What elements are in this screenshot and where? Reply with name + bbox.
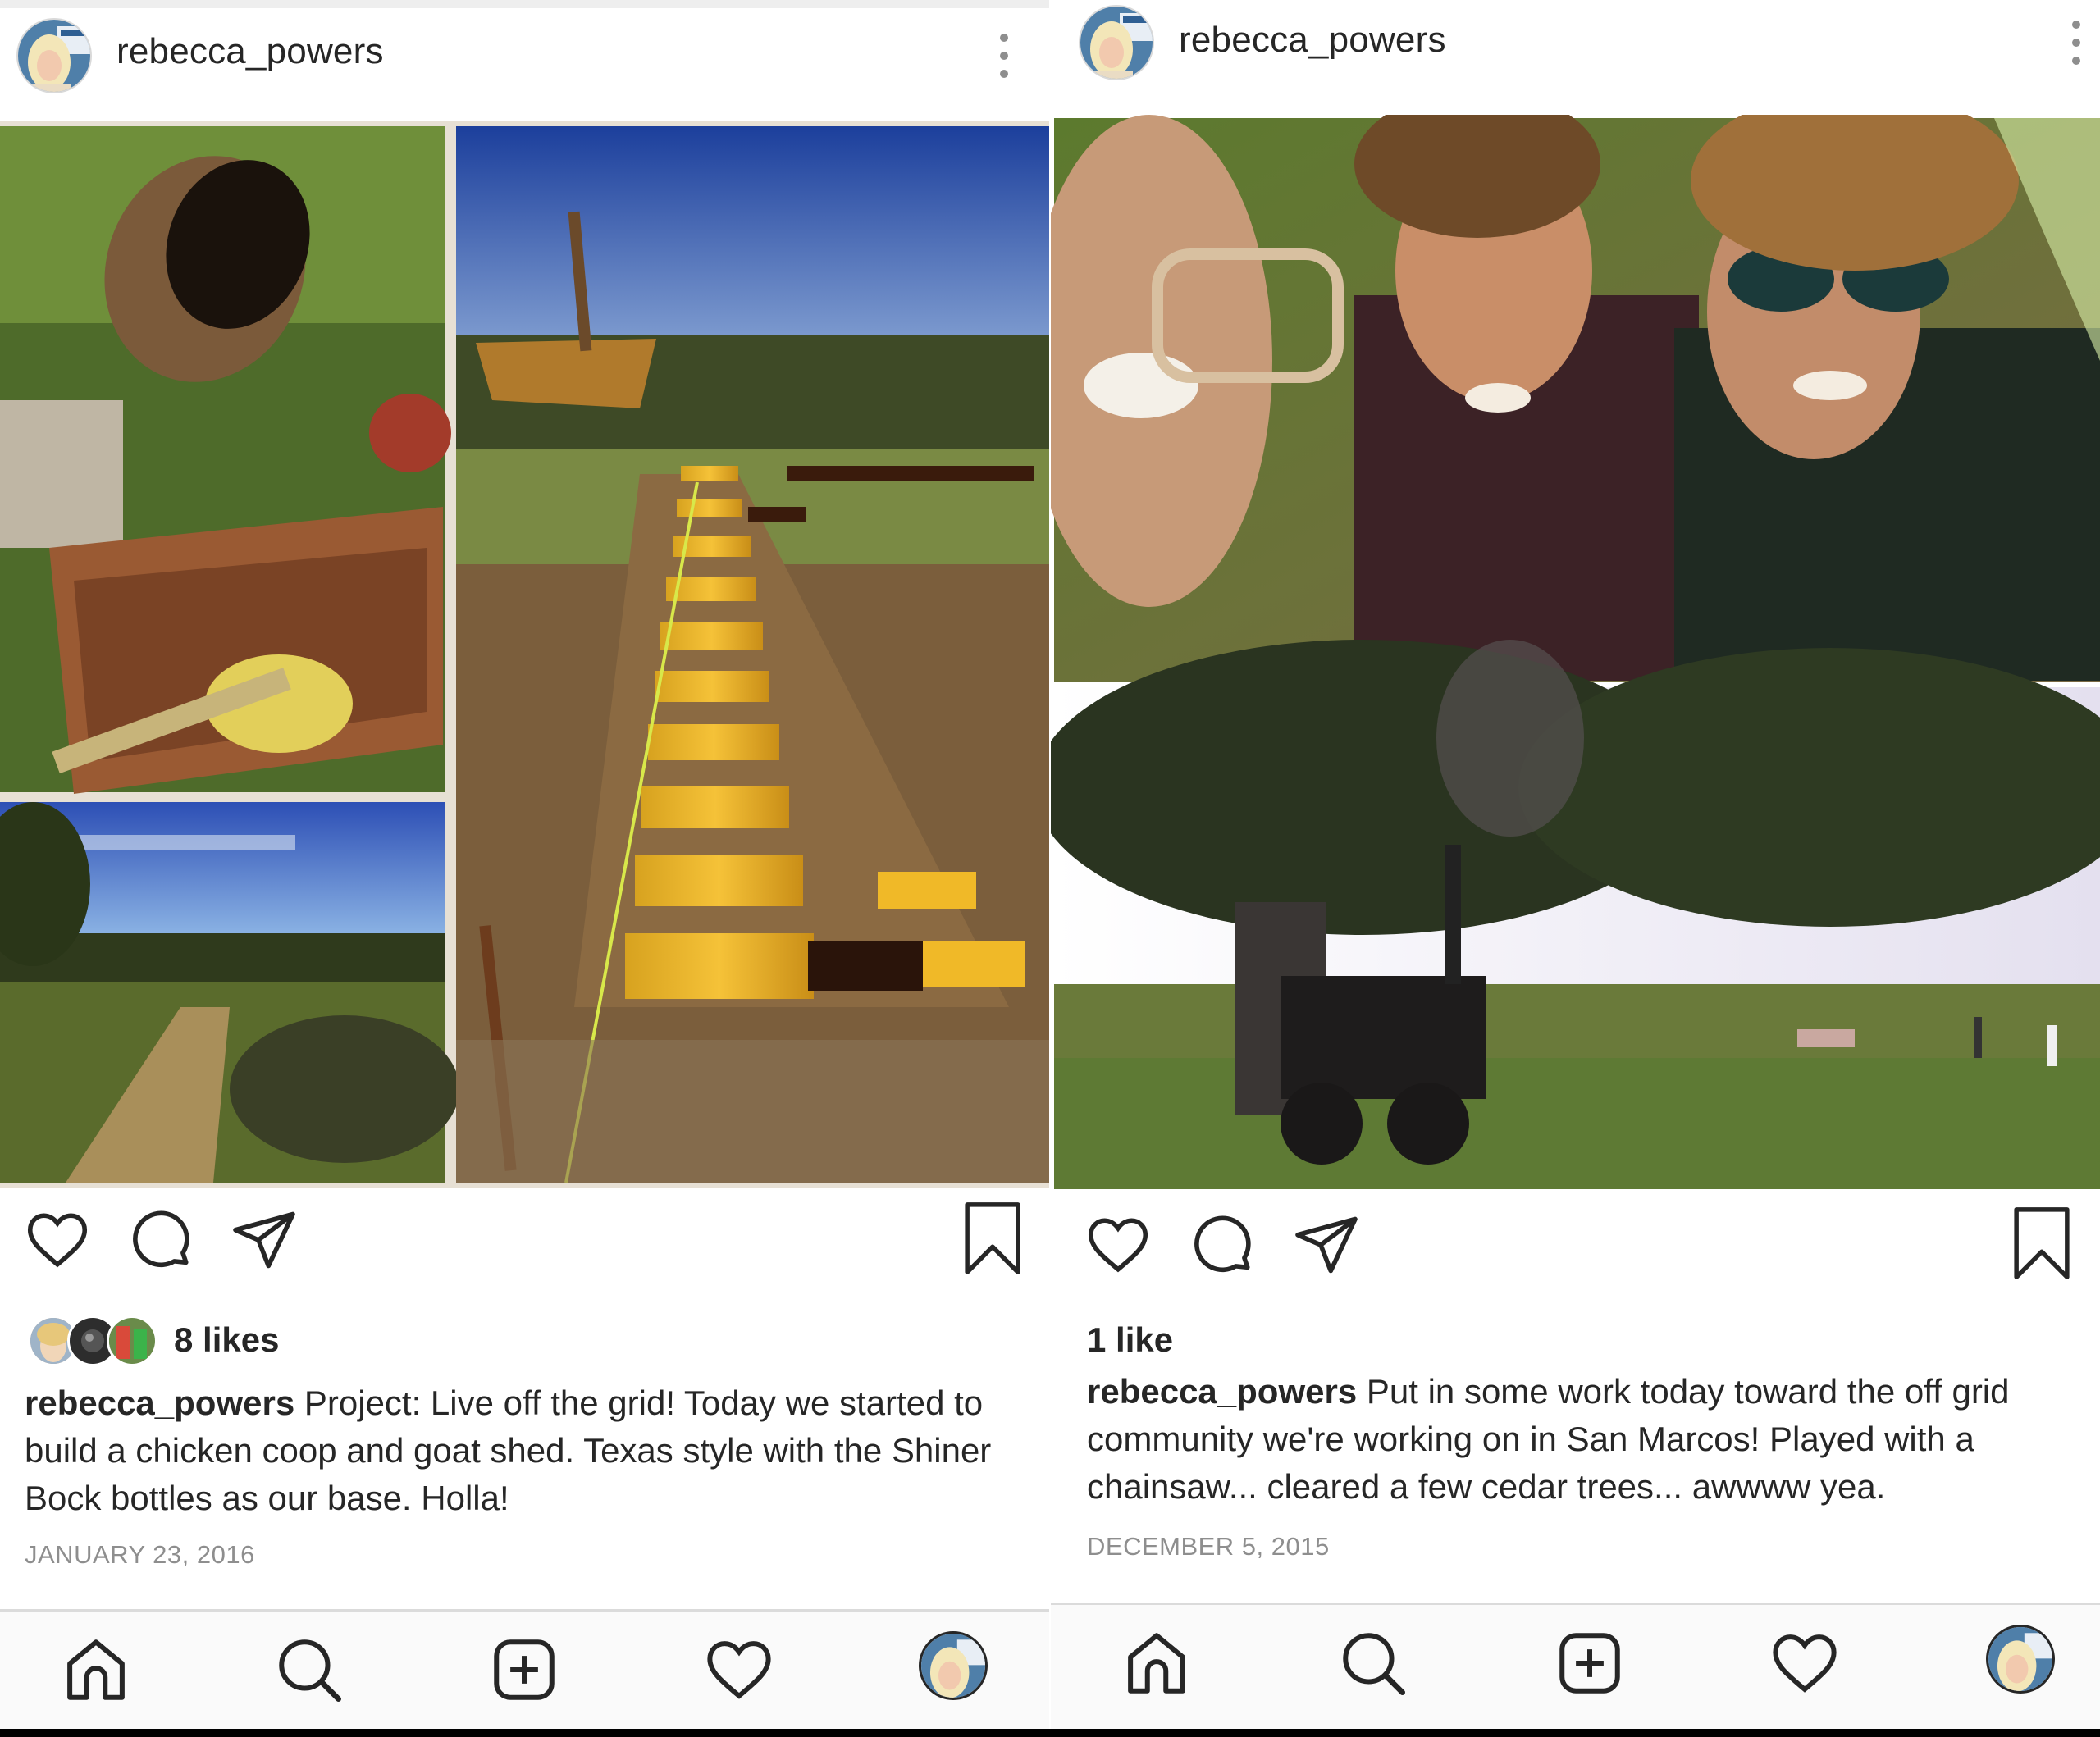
post-date: JANUARY 23, 2016 [25, 1540, 255, 1569]
likes-count[interactable]: 1 like [1087, 1320, 1173, 1360]
likes-count[interactable]: 8 likes [174, 1320, 279, 1360]
post-photo-collage[interactable] [0, 121, 1049, 1188]
post-actions [1051, 1207, 2100, 1301]
post-date: DECEMBER 5, 2015 [1087, 1532, 1330, 1561]
screen-bottom-edge [0, 1729, 2100, 1737]
add-post-icon[interactable] [487, 1633, 561, 1707]
caption-username[interactable]: rebecca_powers [25, 1384, 294, 1422]
user-avatar[interactable] [1079, 5, 1154, 80]
panel-divider [1049, 0, 1051, 1737]
post-panel-left: rebecca_powers 8 likes rebecca_powers Pr… [0, 0, 1049, 1729]
post-header: rebecca_powers [0, 7, 1049, 105]
post-username[interactable]: rebecca_powers [116, 31, 384, 72]
activity-heart-icon[interactable] [702, 1633, 776, 1707]
bottom-navbar [0, 1609, 1049, 1729]
add-post-icon[interactable] [1553, 1626, 1627, 1700]
bookmark-icon[interactable] [2007, 1204, 2076, 1287]
caption-username[interactable]: rebecca_powers [1087, 1372, 1357, 1411]
profile-avatar[interactable] [1986, 1625, 2055, 1694]
profile-avatar[interactable] [919, 1631, 988, 1700]
bookmark-icon[interactable] [958, 1199, 1027, 1282]
home-icon[interactable] [1120, 1626, 1194, 1700]
activity-heart-icon[interactable] [1768, 1626, 1842, 1700]
bottom-navbar [1051, 1603, 2100, 1729]
comment-icon[interactable] [1189, 1210, 1258, 1283]
share-icon[interactable] [1292, 1210, 1361, 1283]
post-panel-right: rebecca_powers 1 like rebecca_powers Put… [1051, 0, 2100, 1729]
share-icon[interactable] [230, 1206, 299, 1279]
user-avatar[interactable] [16, 18, 92, 93]
post-actions [0, 1202, 1049, 1296]
search-icon[interactable] [1336, 1626, 1410, 1700]
heart-icon[interactable] [23, 1206, 92, 1279]
liker-avatars [25, 1315, 158, 1366]
post-caption: rebecca_powers Project: Live off the gri… [25, 1379, 1017, 1522]
post-photo-collage[interactable] [1051, 115, 2100, 1191]
post-username[interactable]: rebecca_powers [1179, 20, 1446, 61]
search-icon[interactable] [272, 1633, 346, 1707]
more-options-icon[interactable] [992, 30, 1016, 82]
comment-icon[interactable] [127, 1206, 196, 1279]
post-caption: rebecca_powers Put in some work today to… [1087, 1368, 2079, 1511]
post-header: rebecca_powers [1051, 0, 2100, 98]
more-options-icon[interactable] [2064, 16, 2089, 69]
home-icon[interactable] [59, 1633, 133, 1707]
liker-avatar [107, 1315, 158, 1366]
heart-icon[interactable] [1084, 1210, 1153, 1283]
